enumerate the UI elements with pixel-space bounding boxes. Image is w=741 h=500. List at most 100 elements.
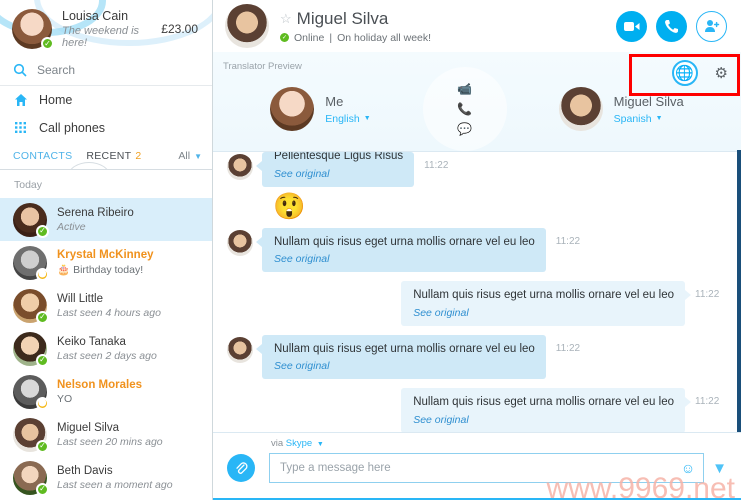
contact-status: 🎂 Birthday today! [57,264,144,276]
language-label: English [325,112,360,125]
paperclip-icon [236,462,248,474]
star-icon[interactable]: ☆ [280,11,292,27]
see-original-link[interactable]: See original [413,307,674,319]
see-original-link[interactable]: See original [274,253,535,265]
message-time: 11:22 [424,160,449,171]
online-status-icon [36,224,49,238]
message-bubble-incoming[interactable]: Nullam quis risus eget urna mollis ornar… [256,227,546,273]
message-time: 11:22 [695,289,720,301]
message-text: Nullam quis risus eget urna mollis ornar… [274,342,535,355]
my-mood-message[interactable]: The weekend is here! [62,25,161,49]
annotation-highlight-box [629,54,740,96]
skype-credit[interactable]: £23.00 [161,22,198,36]
translator-participant-me: Me English ▼ [270,87,371,131]
chat-contact-status: Online | On holiday all week! [280,32,616,44]
language-dropdown[interactable]: English ▼ [325,113,370,125]
sidebar-item-label: Call phones [39,121,106,135]
contact-name: Beth Davis [57,464,113,477]
contact-name: Will Little [57,292,104,305]
list-item[interactable]: Will Little Last seen 4 hours ago [0,284,212,327]
chevron-down-icon: ▼ [316,441,324,448]
send-via-selector[interactable]: via Skype ▼ [271,438,727,449]
scrollbar[interactable] [737,150,741,450]
tab-contacts[interactable]: CONTACTS [13,150,72,162]
list-item[interactable]: Nelson Morales YO [0,370,212,413]
language-label: Spanish [613,112,652,125]
attach-file-button[interactable] [227,454,255,482]
contact-status: Active [57,220,86,233]
avatar [13,331,49,367]
away-status-icon [36,396,49,410]
list-item[interactable]: Keiko Tanaka Last seen 2 days ago [0,327,212,370]
avatar [270,87,315,131]
see-original-link[interactable]: See original [413,414,674,426]
list-item[interactable]: Miguel Silva Last seen 20 mins ago [0,413,212,456]
see-original-link[interactable]: See original [274,360,535,372]
see-original-link[interactable]: See original [274,168,403,180]
message-bubble-incoming[interactable]: Pellentesque Ligus Risus See original [255,152,415,187]
video-camera-icon[interactable]: 📹 [457,82,472,96]
participant-name: Me [325,93,344,109]
message-bubble-outgoing[interactable]: Nullam quis risus eget urna mollis ornar… [401,388,691,432]
emoji-icon[interactable]: ☺ [681,460,695,476]
header-actions [616,10,727,42]
contact-status: Last seen a moment ago [57,478,173,491]
contact-status: Last seen 4 hours ago [57,306,161,319]
status-text: Online [294,31,325,44]
message-row: Nullam quis risus eget urna mollis ornar… [227,281,727,326]
phone-icon [665,19,678,33]
message-bubble-incoming[interactable]: Nullam quis risus eget urna mollis ornar… [256,334,546,380]
separator: | [329,31,333,44]
dialpad-icon [15,122,26,133]
sidebar-item-home[interactable]: Home [0,86,212,114]
voice-call-button[interactable] [656,10,687,42]
chat-bubble-icon[interactable]: 💬 [457,122,472,136]
chevron-down-icon: ▼ [363,115,371,122]
list-item[interactable]: Beth Davis Last seen a moment ago [0,456,212,499]
language-dropdown[interactable]: Spanish ▼ [614,113,684,125]
translator-mode-icons: 📹 📞 💬 [422,67,507,151]
search-input[interactable]: Search [0,57,212,86]
list-item[interactable]: Serena Ribeiro Active [0,198,212,241]
sidebar-item-label: Home [39,93,73,107]
message-time: 11:22 [695,396,720,408]
message-composer: via Skype ▼ Type a message here ☺ ▼ www.… [213,432,741,500]
avatar [13,202,49,238]
message-input-placeholder: Type a message here [280,462,391,474]
tab-recent-label: RECENT [86,150,132,162]
avatar[interactable] [225,4,269,48]
avatar[interactable] [12,9,54,50]
my-name: Louisa Cain [62,9,129,23]
my-profile-row[interactable]: Louisa Cain The weekend is here! £23.00 [0,0,212,57]
contact-status: Last seen 2 days ago [57,349,157,362]
message-list[interactable]: Pellentesque Ligus Risus See original 11… [213,152,741,432]
add-people-button[interactable] [696,10,727,42]
filter-label: All [178,150,191,162]
online-status-icon [41,37,54,50]
list-item[interactable]: Krystal McKinney 🎂Birthday today! [0,241,212,284]
avatar [13,245,49,281]
chat-header: ☆ Miguel Silva Online | On holiday all w… [213,0,741,52]
message-emoji: 😲 [273,190,306,221]
online-status-icon [36,353,49,367]
avatar [227,229,253,256]
sidebar: Louisa Cain The weekend is here! £23.00 … [0,0,213,500]
video-call-button[interactable] [616,10,647,42]
filter-dropdown[interactable]: All ▼ [178,150,202,162]
contact-name: Nelson Morales [57,378,142,391]
translator-preview-label: Translator Preview [223,61,302,72]
message-row: Nullam quis risus eget urna mollis ornar… [227,334,727,380]
via-prefix: via [271,438,284,449]
send-icon[interactable]: ▼ [712,460,727,477]
online-status-icon [36,482,49,496]
message-bubble-outgoing[interactable]: Nullam quis risus eget urna mollis ornar… [401,281,691,326]
sidebar-item-call-phones[interactable]: Call phones [0,114,212,142]
avatar [13,288,49,324]
message-input[interactable]: Type a message here ☺ [269,453,705,483]
search-placeholder: Search [37,63,76,77]
avatar [227,154,253,180]
recent-count-badge: 2 [135,150,142,162]
away-status-icon [36,267,49,281]
phone-icon[interactable]: 📞 [457,102,472,116]
tab-recent[interactable]: RECENT 2 [86,150,141,162]
